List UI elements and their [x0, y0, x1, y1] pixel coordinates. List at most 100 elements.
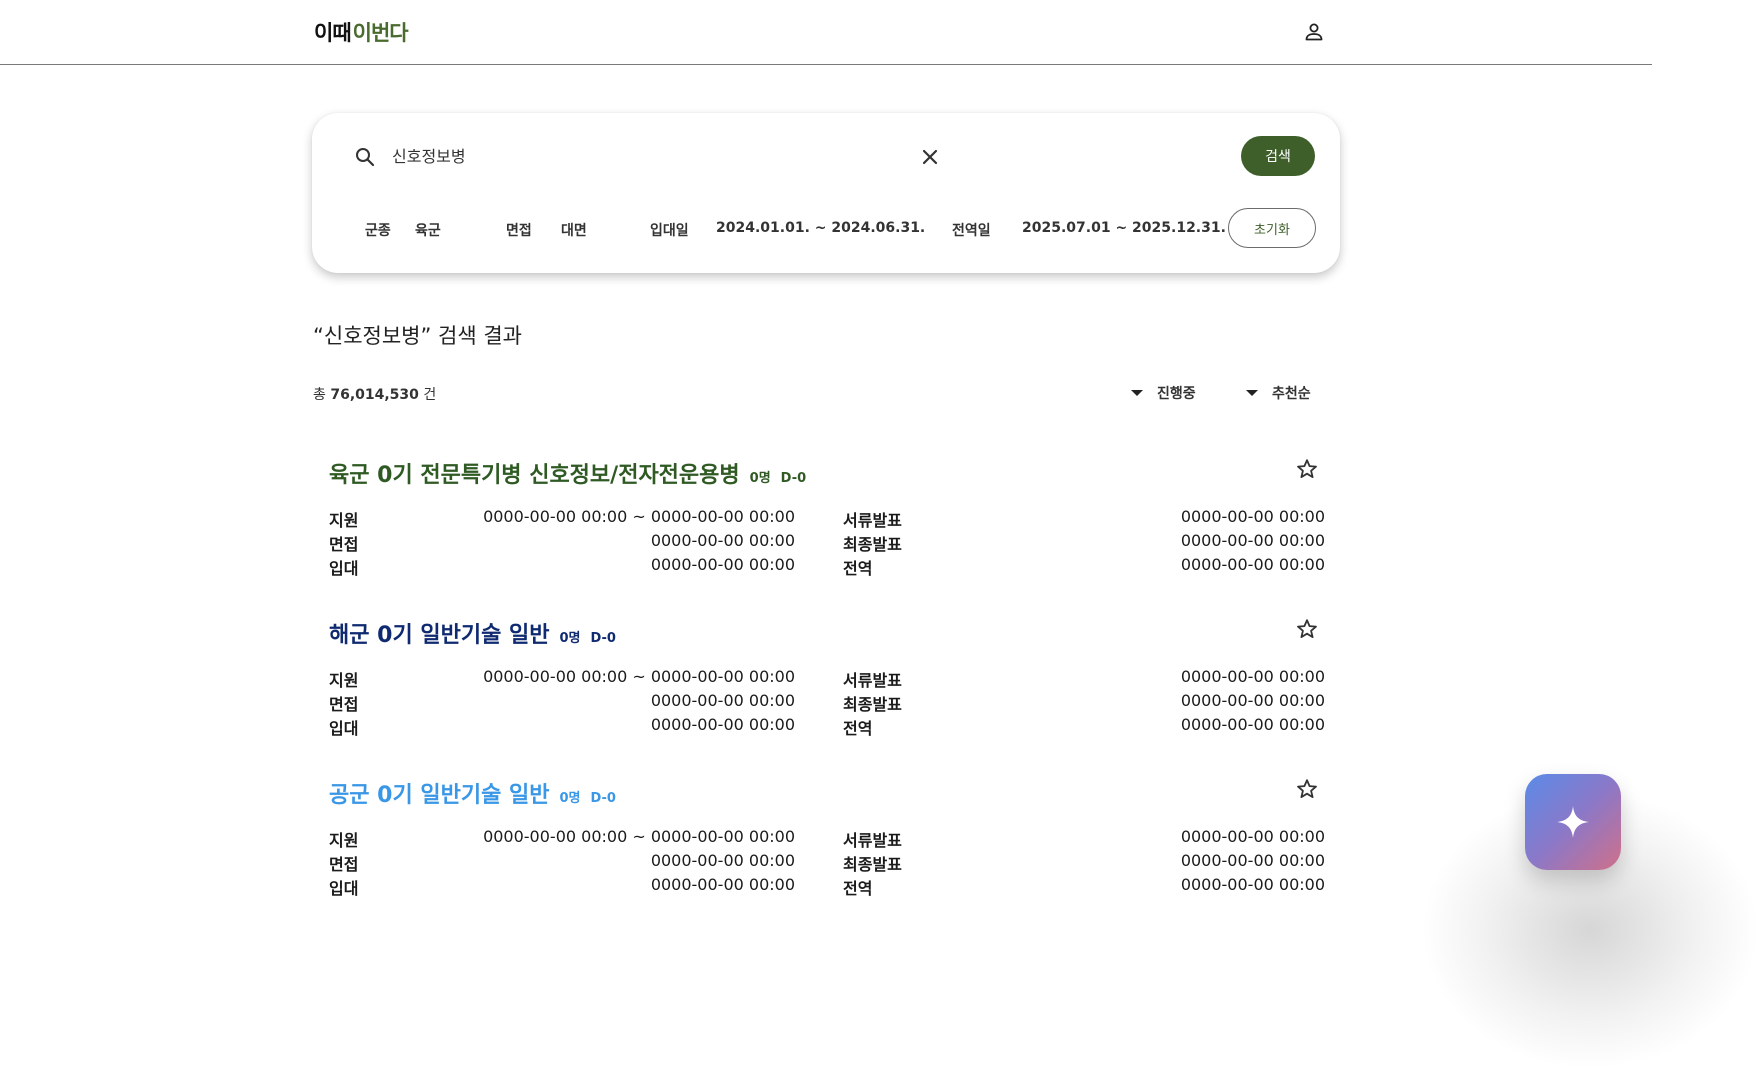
logo-text-part1: 이때: [314, 21, 352, 45]
row-label: 서류발표: [843, 671, 902, 690]
listing-row: 입대 0000-00-00 00:00 전역 0000-00-00 00:00: [329, 875, 1325, 898]
listing-count: 0명: [749, 471, 771, 486]
top-header: 이때 이번다: [0, 0, 1652, 65]
filter-enlist-label: 입대일: [650, 223, 689, 239]
filter-branch-label: 군종: [365, 223, 391, 239]
search-button[interactable]: 검색: [1241, 136, 1315, 176]
listing-row: 지원 0000-00-00 00:00 ~ 0000-00-00 00:00 서…: [329, 827, 1325, 850]
row-label: 면접: [329, 535, 359, 554]
listing-count: 0명: [559, 791, 581, 806]
profile-button[interactable]: [1302, 20, 1326, 44]
listing-row: 입대 0000-00-00 00:00 전역 0000-00-00 00:00: [329, 555, 1325, 578]
row-value: 0000-00-00 00:00: [1180, 555, 1325, 574]
listing-row: 입대 0000-00-00 00:00 전역 0000-00-00 00:00: [329, 715, 1325, 738]
row-label: 입대: [329, 719, 359, 738]
sparkle-icon: [1557, 806, 1589, 838]
listing-title[interactable]: 해군 0기 일반기술 일반: [329, 617, 549, 649]
listing-row: 면접 0000-00-00 00:00 최종발표 0000-00-00 00:0…: [329, 851, 1325, 874]
star-outline-icon: [1297, 619, 1317, 638]
status-filter-dropdown[interactable]: 진행중: [1131, 382, 1196, 404]
filter-branch-value[interactable]: 육군: [415, 220, 441, 240]
filter-discharge-label: 전역일: [952, 223, 991, 239]
row-value: 0000-00-00 00:00: [650, 851, 795, 870]
person-icon: [1305, 23, 1323, 41]
star-outline-icon: [1297, 779, 1317, 798]
logo[interactable]: 이때 이번다: [314, 19, 409, 45]
listing-meta: 0명 D-0: [559, 627, 616, 646]
row-label: 면접: [329, 855, 359, 874]
listing-count: 0명: [559, 631, 581, 646]
row-label: 입대: [329, 559, 359, 578]
row-label: 최종발표: [843, 855, 902, 874]
results-title: “신호정보병” 검색 결과: [313, 324, 522, 348]
search-input[interactable]: 신호정보병: [392, 143, 466, 167]
row-value: 0000-00-00 00:00: [1180, 875, 1325, 894]
total-suffix: 건: [423, 387, 437, 403]
row-value: 0000-00-00 00:00: [1180, 715, 1325, 734]
filter-enlist-value[interactable]: 2024.01.01. ~ 2024.06.31.: [716, 220, 925, 236]
row-label: 지원: [329, 671, 359, 690]
favorite-button[interactable]: [1295, 457, 1319, 481]
row-value: 0000-00-00 00:00 ~ 0000-00-00 00:00: [483, 507, 795, 526]
filter-discharge-value[interactable]: 2025.07.01 ~ 2025.12.31.: [1022, 220, 1226, 236]
row-label: 전역: [843, 879, 873, 898]
caret-down-icon: [1246, 390, 1258, 396]
listing-dday: D-0: [780, 471, 807, 486]
row-value: 0000-00-00 00:00: [650, 691, 795, 710]
row-label: 면접: [329, 695, 359, 714]
row-value: 0000-00-00 00:00 ~ 0000-00-00 00:00: [483, 667, 795, 686]
row-label: 지원: [329, 831, 359, 850]
status-filter-label: 진행중: [1157, 386, 1196, 402]
row-label: 지원: [329, 511, 359, 530]
logo-text-part2: 이번다: [352, 21, 409, 45]
search-panel: 신호정보병 검색 군종 육군 면접 대면 입대일 2024.01.01. ~ 2…: [312, 113, 1340, 273]
row-label: 서류발표: [843, 831, 902, 850]
row-label: 전역: [843, 719, 873, 738]
row-value: 0000-00-00 00:00: [650, 555, 795, 574]
favorite-button[interactable]: [1295, 617, 1319, 641]
listing-meta: 0명 D-0: [559, 787, 616, 806]
row-label: 입대: [329, 879, 359, 898]
listing-title[interactable]: 육군 0기 전문특기병 신호정보/전자전운용병: [329, 457, 740, 489]
row-value: 0000-00-00 00:00: [1180, 691, 1325, 710]
listing-title-line: 육군 0기 전문특기병 신호정보/전자전운용병 0명 D-0: [329, 457, 806, 489]
favorite-button[interactable]: [1295, 777, 1319, 801]
listing-title-line: 공군 0기 일반기술 일반 0명 D-0: [329, 777, 616, 809]
sort-dropdown[interactable]: 추천순: [1246, 382, 1311, 404]
results-total: 총 76,014,530 건: [313, 384, 436, 404]
row-label: 최종발표: [843, 535, 902, 554]
row-value: 0000-00-00 00:00: [1180, 507, 1325, 526]
total-prefix: 총: [313, 387, 326, 403]
row-value: 0000-00-00 00:00: [1180, 531, 1325, 550]
star-outline-icon: [1297, 459, 1317, 478]
caret-down-icon: [1131, 390, 1143, 396]
reset-filters-button[interactable]: 초기화: [1228, 208, 1316, 248]
listing-dday: D-0: [590, 631, 616, 646]
total-count: 76,014,530: [330, 387, 419, 403]
ai-assistant-button[interactable]: [1525, 774, 1621, 870]
listing-title[interactable]: 공군 0기 일반기술 일반: [329, 777, 549, 809]
filter-interview-label: 면접: [506, 223, 532, 239]
row-value: 0000-00-00 00:00 ~ 0000-00-00 00:00: [483, 827, 795, 846]
row-label: 서류발표: [843, 511, 902, 530]
listing-row: 지원 0000-00-00 00:00 ~ 0000-00-00 00:00 서…: [329, 507, 1325, 530]
listing-row: 지원 0000-00-00 00:00 ~ 0000-00-00 00:00 서…: [329, 667, 1325, 690]
listing-dday: D-0: [590, 791, 616, 806]
clear-search-button[interactable]: [918, 145, 942, 169]
close-icon: [922, 149, 938, 165]
listing-row: 면접 0000-00-00 00:00 최종발표 0000-00-00 00:0…: [329, 531, 1325, 554]
listing-row: 면접 0000-00-00 00:00 최종발표 0000-00-00 00:0…: [329, 691, 1325, 714]
listing-card[interactable]: 공군 0기 일반기술 일반 0명 D-0 지원 0000-00-00 00:00 …: [312, 777, 1340, 927]
row-value: 0000-00-00 00:00: [650, 715, 795, 734]
listing-card[interactable]: 육군 0기 전문특기병 신호정보/전자전운용병 0명 D-0 지원 0000-00…: [312, 457, 1340, 607]
search-icon: [356, 148, 375, 167]
row-value: 0000-00-00 00:00: [1180, 827, 1325, 846]
row-value: 0000-00-00 00:00: [650, 875, 795, 894]
row-label: 전역: [843, 559, 873, 578]
sort-label: 추천순: [1272, 386, 1311, 402]
listing-title-line: 해군 0기 일반기술 일반 0명 D-0: [329, 617, 616, 649]
listing-card[interactable]: 해군 0기 일반기술 일반 0명 D-0 지원 0000-00-00 00:00 …: [312, 617, 1340, 767]
row-value: 0000-00-00 00:00: [1180, 667, 1325, 686]
filter-interview-value[interactable]: 대면: [561, 220, 587, 240]
row-label: 최종발표: [843, 695, 902, 714]
